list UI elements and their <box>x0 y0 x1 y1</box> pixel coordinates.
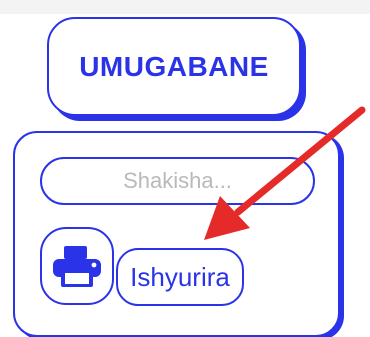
top-strip <box>0 0 370 14</box>
umugabane-button[interactable]: UMUGABANE <box>47 17 301 116</box>
print-icon-button[interactable] <box>40 227 114 305</box>
search-input[interactable] <box>40 157 315 205</box>
print-button[interactable]: Ishyurira <box>116 248 244 306</box>
print-label: Ishyurira <box>130 261 230 292</box>
printer-icon <box>53 246 101 287</box>
umugabane-label: UMUGABANE <box>79 50 269 82</box>
